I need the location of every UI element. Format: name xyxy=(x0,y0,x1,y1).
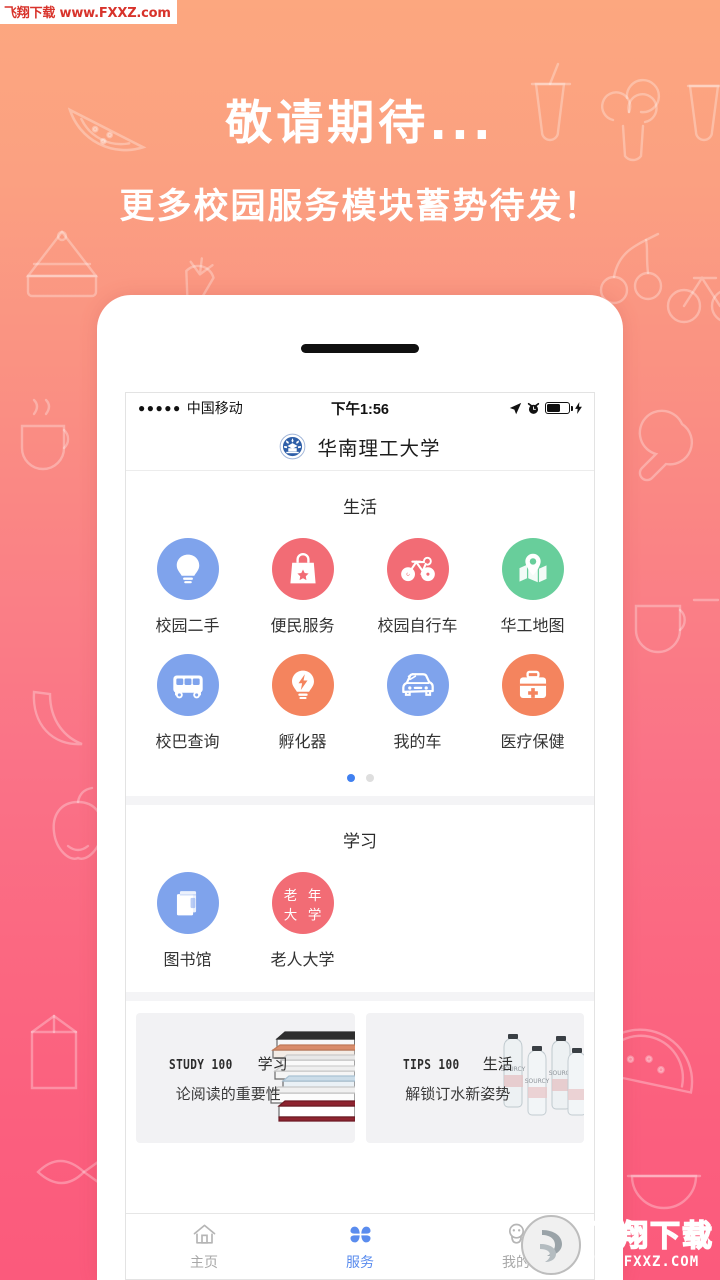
pagination-dot-active[interactable] xyxy=(346,774,355,782)
promo-card-tips[interactable]: TIPS 100 生活 解锁订水新姿势 SOURCY SOURCY SOURCY xyxy=(365,1013,584,1143)
service-item-xiaoyuanershou[interactable]: 校园二手 xyxy=(130,524,245,640)
service-label: 校园自行车 xyxy=(377,618,458,635)
pagination-dot[interactable] xyxy=(365,774,374,782)
promo-card-study[interactable]: STUDY 100 学习 论阅读的重要性 xyxy=(136,1013,355,1143)
bicycle-icon xyxy=(386,538,449,600)
service-label: 孵化器 xyxy=(278,734,327,751)
svg-text:SOURCY: SOURCY xyxy=(525,1078,550,1085)
clock-label: 下午1:56 xyxy=(330,401,389,418)
book-stack-image xyxy=(268,1031,355,1122)
section-title-life: 生活 xyxy=(343,498,377,517)
home-icon xyxy=(193,1224,215,1244)
promo-title: 敬请期待... xyxy=(225,96,495,151)
tab-services[interactable]: 服务 xyxy=(282,1214,438,1279)
promo-card-subtitle: 论阅读的重要性 xyxy=(175,1085,281,1103)
tab-home[interactable]: 主页 xyxy=(126,1214,282,1279)
promo-subtitle: 更多校园服务模块蓄势待发！ xyxy=(119,186,601,227)
service-item-bianminfuwu[interactable]: 便民服务 xyxy=(245,524,360,640)
promo-card-heading: TIPS 100 生活 xyxy=(403,1053,513,1074)
watermark-bottom: 飞翔下载 WWW.FXXZ.COM xyxy=(520,1214,714,1276)
service-item-yiliaobaojian[interactable]: 医疗保健 xyxy=(475,640,590,756)
service-grid-life: 校园二手 便民服务 校园自行车 华工地图 校巴查询 孵化器 我的车 医疗保健 xyxy=(126,524,594,756)
status-bar-right xyxy=(435,402,582,415)
status-bar-left: ●●●●● 中国移动 xyxy=(138,398,285,418)
charging-bolt-icon xyxy=(575,402,582,414)
service-item-wodeche[interactable]: 我的车 xyxy=(360,640,475,756)
books-icon xyxy=(156,872,219,934)
map-pin-icon xyxy=(501,538,564,600)
service-item-empty xyxy=(475,858,590,974)
service-label: 便民服务 xyxy=(270,618,335,635)
phone-screen: ●●●●● 中国移动 下午1:56 华南理工大学 生活 校园二手 便民服务 校园… xyxy=(125,392,595,1280)
app-header: 华南理工大学 xyxy=(126,423,594,471)
service-item-tushuguan[interactable]: 图书馆 xyxy=(130,858,245,974)
service-label: 老人大学 xyxy=(270,952,335,969)
svg-text:大: 大 xyxy=(283,907,297,923)
status-bar: ●●●●● 中国移动 下午1:56 xyxy=(126,393,594,423)
service-item-empty xyxy=(360,858,475,974)
section-gap xyxy=(126,796,594,805)
water-bottles-image: SOURCY SOURCY SOURCY xyxy=(501,1034,584,1116)
lightbulb-icon xyxy=(156,538,219,600)
service-item-xiaobachaxun[interactable]: 校巴查询 xyxy=(130,640,245,756)
car-icon xyxy=(386,654,449,716)
watermark-bottom-cn: 飞翔下载 xyxy=(585,1218,714,1254)
service-grid-study: 图书馆 老 年 大 学 老人大学 xyxy=(126,858,594,974)
service-item-laorendaxue[interactable]: 老 年 大 学 老人大学 xyxy=(245,858,360,974)
promo-card-kicker: STUDY 100 xyxy=(168,1056,233,1073)
promo-card-list: STUDY 100 学习 论阅读的重要性 TIPS 100 生活 解锁订水新姿势… xyxy=(126,1001,594,1153)
service-label: 华工地图 xyxy=(500,618,565,635)
alarm-clock-icon xyxy=(527,402,540,414)
promo-card-category: 学习 xyxy=(257,1055,288,1073)
svg-text:老: 老 xyxy=(283,888,297,904)
svg-text:年: 年 xyxy=(307,888,321,904)
screen-body: 生活 校园二手 便民服务 校园自行车 华工地图 校巴查询 孵化器 我的车 医疗保… xyxy=(126,471,594,1213)
service-label: 医疗保健 xyxy=(500,734,565,751)
senior-university-icon: 老 年 大 学 xyxy=(271,872,334,934)
lightning-bulb-icon xyxy=(271,654,334,716)
promo-banner: 敬请期待... 更多校园服务模块蓄势待发！ xyxy=(0,95,720,229)
phone-mockup: ●●●●● 中国移动 下午1:56 华南理工大学 生活 校园二手 便民服务 校园… xyxy=(97,295,623,1280)
section-gap-2 xyxy=(126,992,594,1001)
tab-label: 服务 xyxy=(346,1253,374,1270)
service-label: 图书馆 xyxy=(163,952,212,969)
clover-services-icon xyxy=(350,1226,370,1242)
service-item-fuhuaqi[interactable]: 孵化器 xyxy=(245,640,360,756)
promo-card-subtitle: 解锁订水新姿势 xyxy=(405,1085,511,1103)
fxxz-logo-icon xyxy=(521,1215,581,1275)
service-label: 校园二手 xyxy=(155,618,220,635)
battery-icon xyxy=(544,402,573,414)
carousel-pagination[interactable] xyxy=(126,756,594,796)
university-crest-icon xyxy=(280,433,306,460)
promo-card-category: 生活 xyxy=(482,1055,513,1073)
watermark-bottom-en: WWW.FXXZ.COM xyxy=(586,1253,700,1270)
service-label: 校巴查询 xyxy=(155,734,220,751)
promo-card-heading: STUDY 100 学习 xyxy=(169,1053,288,1074)
location-arrow-icon xyxy=(509,402,522,414)
service-item-huagongditu[interactable]: 华工地图 xyxy=(475,524,590,640)
svg-text:学: 学 xyxy=(307,907,321,923)
service-item-xiaoyuanzixingche[interactable]: 校园自行车 xyxy=(360,524,475,640)
carrier-label: 中国移动 xyxy=(186,400,243,416)
app-title: 华南理工大学 xyxy=(317,438,441,460)
phone-speaker-icon xyxy=(301,344,419,353)
bus-icon xyxy=(156,654,219,716)
signal-dots-icon: ●●●●● xyxy=(138,401,182,415)
tab-label: 主页 xyxy=(190,1253,218,1270)
first-aid-kit-icon xyxy=(501,654,564,716)
section-title-study: 学习 xyxy=(343,832,377,851)
shopping-bag-icon xyxy=(271,538,334,600)
watermark-top: 飞翔下载 www.FXXZ.com xyxy=(0,0,177,24)
promo-card-kicker: TIPS 100 xyxy=(402,1056,460,1073)
service-label: 我的车 xyxy=(393,734,442,751)
